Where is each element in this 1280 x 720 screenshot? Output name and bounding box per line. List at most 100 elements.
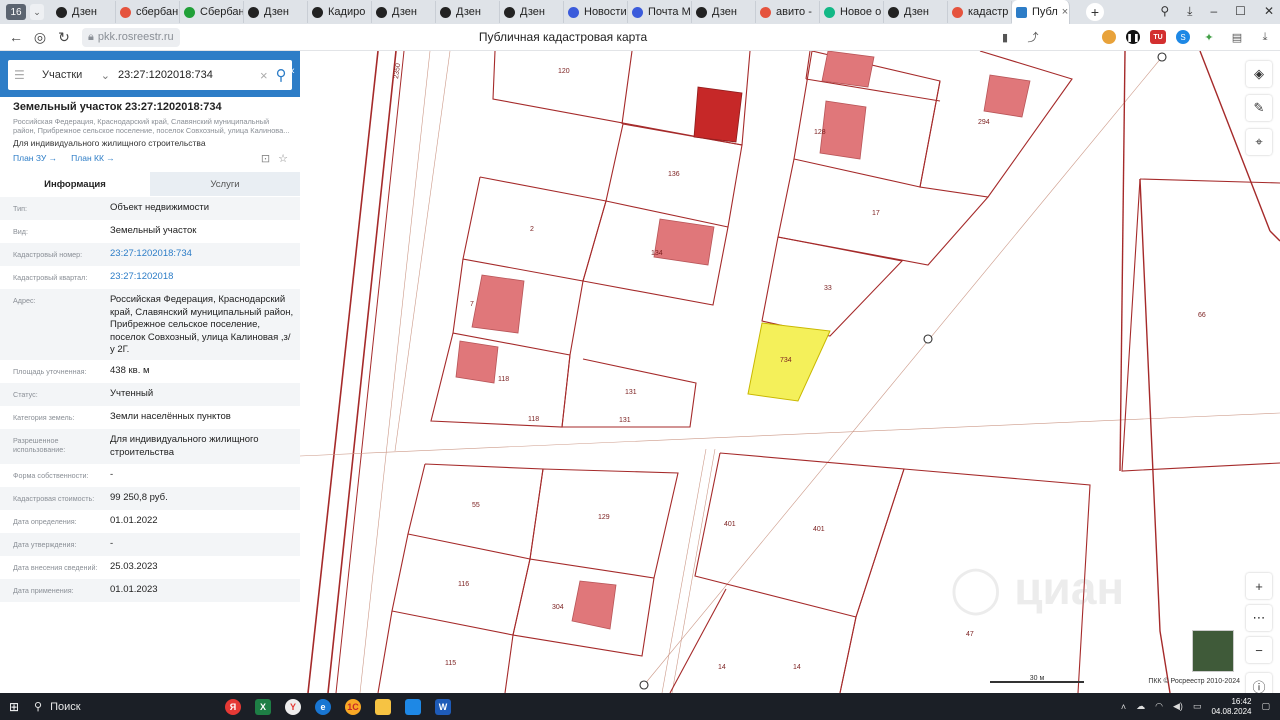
tab-favicon-icon xyxy=(632,6,643,18)
extension-skype-icon[interactable]: S xyxy=(1176,30,1190,44)
one-c-icon[interactable]: 1C xyxy=(338,693,368,720)
wifi-icon[interactable]: ◠ xyxy=(1155,701,1163,712)
tab-counter[interactable]: 16 xyxy=(6,4,26,20)
minimize-icon[interactable]: – xyxy=(1210,4,1217,19)
tab-favicon-icon xyxy=(120,6,131,18)
browser-tab[interactable]: Новое о xyxy=(820,1,884,23)
edge-icon[interactable]: e xyxy=(308,693,338,720)
scale-bar: 30 м xyxy=(990,675,1084,683)
browser-tab[interactable]: авито - xyxy=(756,1,820,23)
attribute-value[interactable]: 23:27:1202018 xyxy=(110,266,300,289)
browser-tab[interactable]: Дзен xyxy=(692,1,756,23)
layers-icon[interactable]: ◈ xyxy=(1246,61,1272,87)
zoom-out-button[interactable]: − xyxy=(1246,637,1272,663)
extension-hamster-icon[interactable] xyxy=(1102,30,1116,44)
browser-tab[interactable]: сбербан xyxy=(116,1,180,23)
zoom-in-button[interactable]: + xyxy=(1246,573,1272,599)
volume-icon[interactable]: ◀) xyxy=(1173,701,1183,712)
plan-kk-link[interactable]: План КК → xyxy=(71,153,115,163)
ruler-icon[interactable]: ✎ xyxy=(1246,95,1272,121)
close-window-icon[interactable]: ✕ xyxy=(1264,4,1274,19)
map-copyright: ПКК © Росреестр 2010-2024 xyxy=(1148,678,1240,685)
browser-tab[interactable]: Сбербан xyxy=(180,1,244,23)
taskbar-search[interactable]: ⚲ Поиск xyxy=(28,693,218,720)
tab-list-chevron-icon[interactable]: ⌄ xyxy=(30,4,44,20)
cloud-icon[interactable]: ☁ xyxy=(1136,701,1145,712)
browser-tab[interactable]: Дзен xyxy=(500,1,564,23)
tab-favicon-icon xyxy=(824,6,835,18)
browser-tab[interactable]: Дзен xyxy=(884,1,948,23)
attribute-value[interactable]: 23:27:1202018:734 xyxy=(110,243,300,266)
extension-pause-icon[interactable]: ❚❚ xyxy=(1126,30,1140,44)
bookmark-icon[interactable]: ⚲ xyxy=(1160,4,1169,19)
parcel-label: 55 xyxy=(472,502,480,509)
yandex-icon[interactable]: Y xyxy=(278,693,308,720)
close-tab-icon[interactable]: × xyxy=(1062,6,1068,18)
tab-active[interactable]: Публ × xyxy=(1012,0,1070,24)
attribute-key: Дата утверждения: xyxy=(13,540,77,549)
more-icon[interactable]: ⋯ xyxy=(1246,605,1272,631)
browser-tab[interactable]: Дзен xyxy=(436,1,500,23)
clock-time: 16:42 xyxy=(1231,696,1252,706)
tab-label: Дзен xyxy=(72,6,97,18)
extension-page-icon[interactable]: ▤ xyxy=(1228,28,1246,46)
parcel-label: 17 xyxy=(872,210,880,217)
word-icon[interactable]: W xyxy=(428,693,458,720)
cadastral-map[interactable]: 120 136 2 134 7 118 131 131 118 128 294 … xyxy=(300,51,1280,693)
basemap-switcher[interactable] xyxy=(1192,630,1234,672)
search-type-select[interactable]: Участки ⌄ xyxy=(36,69,110,82)
locate-icon[interactable]: ⌖ xyxy=(1246,129,1272,155)
card-title: Земельный участок 23:27:1202018:734 xyxy=(13,101,222,113)
share-icon[interactable]: ⤴ xyxy=(1024,28,1042,46)
search-bar: ☰ Участки ⌄ × ⚲ ‹ xyxy=(0,51,300,97)
start-button[interactable]: ⊞ xyxy=(0,693,28,720)
yandex-browser-icon[interactable]: Я xyxy=(218,693,248,720)
attribute-row: Кадастровая стоимость: 99 250,8 руб. xyxy=(0,487,300,510)
parcel-label: 2 xyxy=(530,226,534,233)
browser-tab[interactable]: Дзен xyxy=(52,1,116,23)
chevron-up-icon[interactable]: ˄ xyxy=(1121,702,1126,712)
menu-icon[interactable]: ☰ xyxy=(14,68,36,82)
clear-search-icon[interactable]: × xyxy=(260,68,268,83)
map-canvas[interactable]: 120 136 2 134 7 118 131 131 118 128 294 … xyxy=(300,51,1280,693)
attribute-row: Статус: Учтенный xyxy=(0,383,300,406)
bookmark-page-icon[interactable]: ▮ xyxy=(996,28,1014,46)
browser-tab[interactable]: Кадиро xyxy=(308,1,372,23)
browser-tab[interactable]: Дзен xyxy=(372,1,436,23)
tab-services[interactable]: Услуги xyxy=(150,172,300,196)
info-icon[interactable]: ⓘ xyxy=(1246,673,1272,693)
attribute-row: Дата внесения сведений: 25.03.2023 xyxy=(0,556,300,579)
browser-tab[interactable]: Дзен xyxy=(244,1,308,23)
notifications-icon[interactable]: ▢ xyxy=(1261,701,1270,712)
parcel-label: 131 xyxy=(619,417,631,424)
battery-icon[interactable]: ▭ xyxy=(1193,701,1202,712)
maximize-icon[interactable]: ☐ xyxy=(1235,4,1246,19)
tab-label: сбербан xyxy=(136,6,179,18)
parcel-label: 47 xyxy=(966,631,974,638)
plan-zu-link[interactable]: План ЗУ → xyxy=(13,153,57,163)
download-icon[interactable]: ⤓ xyxy=(1187,4,1192,19)
excel-icon[interactable]: X xyxy=(248,693,278,720)
photos-icon[interactable] xyxy=(398,693,428,720)
browser-tab[interactable]: кадастр xyxy=(948,1,1012,23)
attribute-value: 99 250,8 руб. xyxy=(110,492,168,503)
tab-information[interactable]: Информация xyxy=(0,172,150,196)
search-icon[interactable]: ⚲ xyxy=(276,66,287,84)
search-input[interactable] xyxy=(118,69,258,81)
tab-favicon-icon xyxy=(56,6,67,18)
file-explorer-icon[interactable] xyxy=(368,693,398,720)
star-icon[interactable]: ☆ xyxy=(278,152,288,165)
report-icon[interactable]: ⊡ xyxy=(261,152,270,165)
browser-tab[interactable]: Почта М xyxy=(628,1,692,23)
browser-tab[interactable]: Новости xyxy=(564,1,628,23)
collapse-panel-icon[interactable]: ‹ xyxy=(291,65,300,83)
tab-label: Дзен xyxy=(520,6,545,18)
attribute-key: Адрес: xyxy=(13,296,36,305)
parcel-label: 14 xyxy=(718,664,726,671)
search-type-label: Участки xyxy=(42,68,83,81)
clock[interactable]: 16:42 04.08.2024 xyxy=(1211,697,1251,717)
download-manager-icon[interactable]: ⤓ xyxy=(1256,28,1274,46)
extension-tu-icon[interactable]: TU xyxy=(1150,30,1166,44)
new-tab-button[interactable]: + xyxy=(1086,3,1104,21)
extension-leaf-icon[interactable]: ✦ xyxy=(1200,28,1218,46)
